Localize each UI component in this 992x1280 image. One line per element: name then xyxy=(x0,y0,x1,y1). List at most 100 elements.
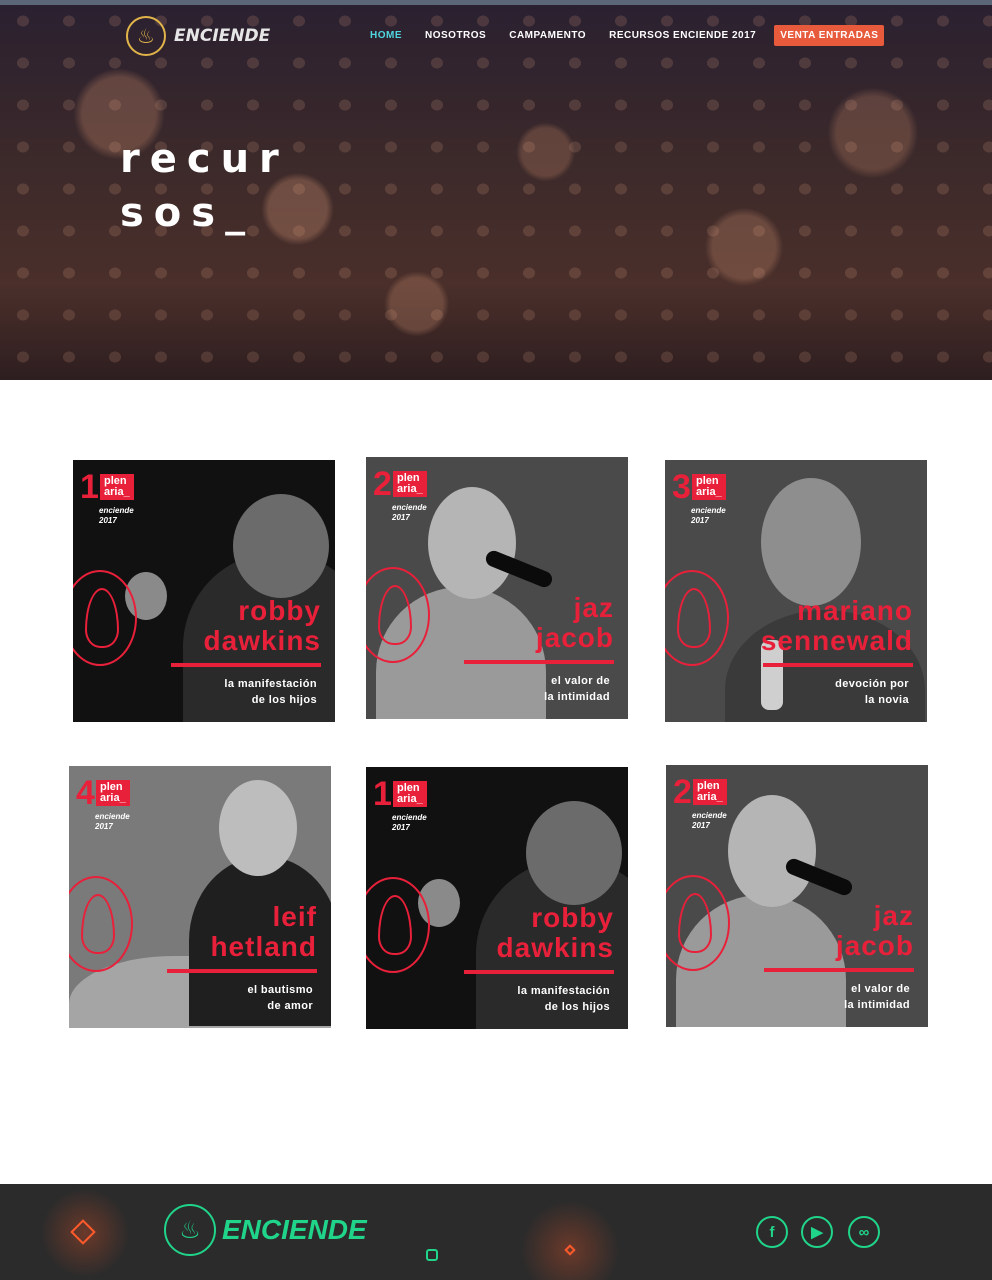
talk-line1: el bautismo xyxy=(247,984,313,996)
nav-menu: HOME NOSOTROS CAMPAMENTO RECURSOS ENCIEN… xyxy=(370,25,885,46)
speaker-line2: jacob xyxy=(835,930,914,961)
speaker-line1: leif xyxy=(272,901,317,932)
hero-banner: recur sos_ xyxy=(0,0,992,380)
event-label: enciende 2017 xyxy=(691,506,726,526)
site-logo[interactable]: ♨ ENCIENDE xyxy=(126,16,270,56)
speaker-line1: robby xyxy=(531,902,614,933)
talk-line2: de los hijos xyxy=(544,1001,610,1013)
badge-bottom: aria_ xyxy=(697,791,723,803)
event-name: enciende xyxy=(95,812,130,821)
speaker-name: leif hetland xyxy=(77,902,317,962)
nav-link-campamento[interactable]: CAMPAMENTO xyxy=(509,30,586,41)
page-title-line1: recur xyxy=(120,136,289,182)
hexagon-icon xyxy=(426,1249,438,1261)
talk-line1: la manifestación xyxy=(224,678,317,690)
talk-line1: el valor de xyxy=(551,675,610,687)
plenary-number: 2 xyxy=(373,465,392,503)
speaker-line2: jacob xyxy=(535,622,614,653)
speaker-line1: jaz xyxy=(573,592,614,623)
event-year: 2017 xyxy=(392,823,410,832)
event-name: enciende xyxy=(392,503,427,512)
badge-bottom: aria_ xyxy=(100,792,126,804)
talk-line1: devoción por xyxy=(835,678,909,690)
footer-logo-text: ENCIENDE xyxy=(222,1214,367,1245)
badge-bottom: aria_ xyxy=(104,486,130,498)
logo-text: ENCIENDE xyxy=(174,26,271,46)
facebook-icon[interactable]: f xyxy=(756,1216,788,1248)
plenary-number: 1 xyxy=(373,775,392,813)
talk-title: el bautismo de amor xyxy=(113,982,313,1014)
speaker-line1: robby xyxy=(238,595,321,626)
badge-bottom: aria_ xyxy=(696,486,722,498)
page-title: recur sos_ xyxy=(120,132,289,240)
red-divider xyxy=(464,970,614,974)
nav-link-home[interactable]: HOME xyxy=(370,30,402,41)
event-label: enciende 2017 xyxy=(692,811,727,831)
badge-bottom: aria_ xyxy=(397,483,423,495)
flame-icon: ♨ xyxy=(164,1204,216,1256)
event-name: enciende xyxy=(392,813,427,822)
plenary-number: 1 xyxy=(80,468,99,506)
event-label: enciende 2017 xyxy=(392,503,427,523)
red-divider xyxy=(764,968,914,972)
speaker-line2: dawkins xyxy=(496,932,614,963)
plenary-badge: plen aria_ xyxy=(692,474,726,500)
footer-logo[interactable]: ♨ ENCIENDE xyxy=(164,1204,367,1256)
speaker-name: jaz jacob xyxy=(374,593,614,653)
speaker-line1: jaz xyxy=(873,900,914,931)
event-label: enciende 2017 xyxy=(95,812,130,832)
talk-title: devoción por la novia xyxy=(709,676,909,708)
red-divider xyxy=(167,969,317,973)
plenary-badge: plen aria_ xyxy=(100,474,134,500)
plenary-number: 4 xyxy=(76,774,95,812)
talk-title: el valor de la intimidad xyxy=(710,981,910,1013)
talk-line2: de los hijos xyxy=(251,694,317,706)
speaker-line2: dawkins xyxy=(203,625,321,656)
resource-card[interactable]: 1 plen aria_ enciende 2017 robby dawkins la… xyxy=(73,460,335,722)
resource-card[interactable]: 2 plen aria_ enciende 2017 jaz jacob el val… xyxy=(366,457,628,719)
plenary-number: 3 xyxy=(672,468,691,506)
glow-decoration xyxy=(520,1200,620,1280)
speaker-name: jaz jacob xyxy=(674,901,914,961)
talk-line1: la manifestación xyxy=(517,985,610,997)
event-year: 2017 xyxy=(95,822,113,831)
nav-link-nosotros[interactable]: NOSOTROS xyxy=(425,30,486,41)
event-name: enciende xyxy=(692,811,727,820)
resource-card[interactable]: 2 plen aria_ enciende 2017 jaz jacob el val… xyxy=(666,765,928,1027)
buy-tickets-button[interactable]: VENTA ENTRADAS xyxy=(774,25,885,46)
talk-title: la manifestación de los hijos xyxy=(410,983,610,1015)
speaker-line2: hetland xyxy=(210,931,317,962)
red-divider xyxy=(464,660,614,664)
event-year: 2017 xyxy=(692,821,710,830)
plenary-badge: plen aria_ xyxy=(393,471,427,497)
talk-line2: la novia xyxy=(864,694,909,706)
red-divider xyxy=(171,663,321,667)
event-label: enciende 2017 xyxy=(392,813,427,833)
event-name: enciende xyxy=(99,506,134,515)
speaker-name: robby dawkins xyxy=(374,903,614,963)
youtube-icon[interactable]: ▶ xyxy=(801,1216,833,1248)
speaker-line1: mariano xyxy=(797,595,913,626)
resource-card[interactable]: 3 plen aria_ enciende 2017 mariano sennewal… xyxy=(665,460,927,722)
resource-card[interactable]: 4 plen aria_ enciende 2017 leif hetland el … xyxy=(69,766,331,1028)
resource-card[interactable]: 1 plen aria_ enciende 2017 robby dawkins la… xyxy=(366,767,628,1029)
nav-link-recursos[interactable]: RECURSOS ENCIENDE 2017 xyxy=(609,30,756,41)
event-year: 2017 xyxy=(392,513,410,522)
talk-line1: el valor de xyxy=(851,983,910,995)
plenary-number: 2 xyxy=(673,773,692,811)
plenary-badge: plen aria_ xyxy=(693,779,727,805)
event-name: enciende xyxy=(691,506,726,515)
speaker-line2: sennewald xyxy=(760,625,913,656)
plenary-badge: plen aria_ xyxy=(393,781,427,807)
event-label: enciende 2017 xyxy=(99,506,134,526)
speaker-name: mariano sennewald xyxy=(673,596,913,656)
talk-title: la manifestación de los hijos xyxy=(117,676,317,708)
talk-title: el valor de la intimidad xyxy=(410,673,610,705)
talk-line2: la intimidad xyxy=(544,691,610,703)
page-title-line2: sos_ xyxy=(120,190,256,236)
event-year: 2017 xyxy=(691,516,709,525)
link-icon[interactable]: ∞ xyxy=(848,1216,880,1248)
red-divider xyxy=(763,663,913,667)
event-year: 2017 xyxy=(99,516,117,525)
badge-bottom: aria_ xyxy=(397,793,423,805)
